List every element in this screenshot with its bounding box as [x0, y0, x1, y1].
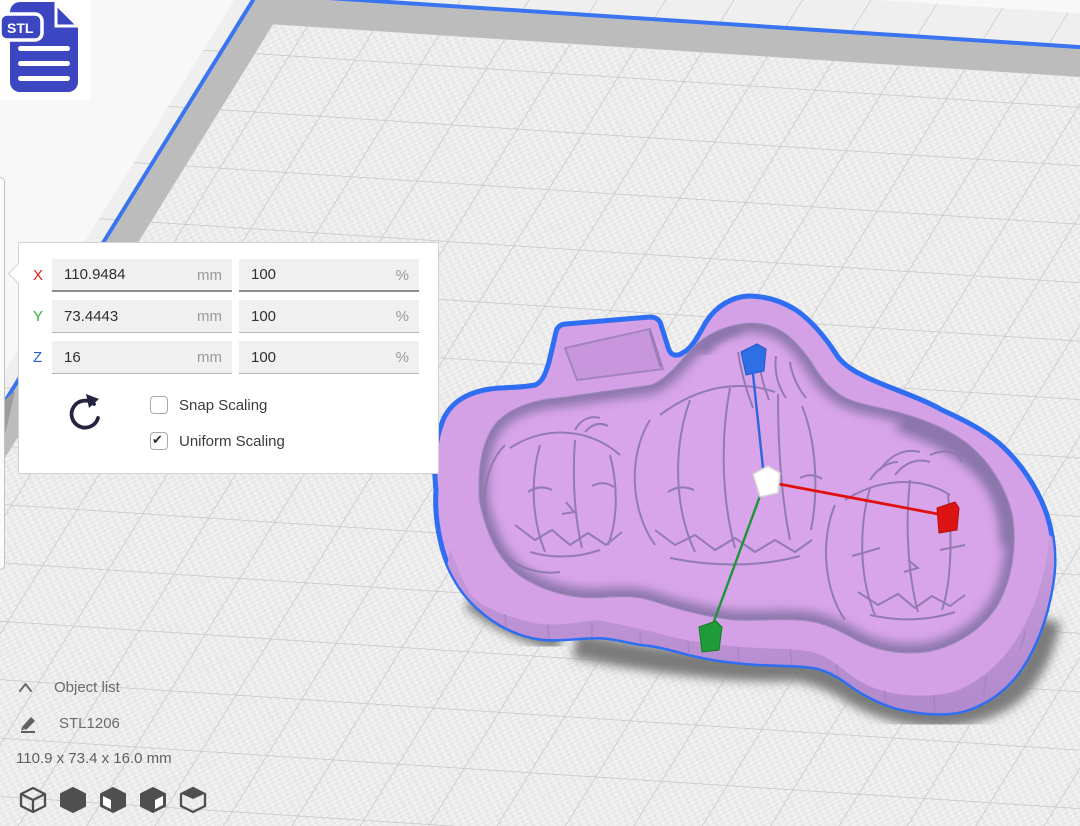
stl-badge-label: STL: [7, 20, 34, 36]
y-size-field: mm: [52, 300, 232, 333]
gizmo-x-handle[interactable]: [937, 502, 959, 533]
x-axis-label: X: [33, 267, 52, 284]
toolbar-edge: [0, 177, 5, 570]
y-percent-field: %: [239, 300, 419, 333]
x-size-field: mm: [52, 259, 232, 292]
x-percent-field: %: [239, 259, 419, 292]
view-top-button[interactable]: [98, 786, 128, 814]
view-front-button[interactable]: [58, 786, 88, 814]
uniform-scaling-option: ✔ Uniform Scaling: [150, 431, 285, 451]
uniform-scaling-checkbox[interactable]: [150, 432, 168, 450]
object-list-header[interactable]: Object list: [18, 679, 120, 696]
camera-view-toolbar: [18, 786, 208, 814]
scale-row-z: Z mm %: [33, 341, 426, 374]
y-size-input[interactable]: [52, 300, 232, 333]
x-percent-input[interactable]: [239, 259, 419, 292]
gizmo-y-handle[interactable]: [699, 621, 722, 652]
x-size-input[interactable]: [52, 259, 232, 292]
object-list-item[interactable]: STL1206: [19, 713, 120, 733]
snap-scaling-checkbox[interactable]: [150, 396, 168, 414]
object-item-name: STL1206: [59, 715, 120, 732]
z-percent-field: %: [239, 341, 419, 374]
scale-tool-panel: X mm % Y mm % Z mm: [18, 242, 439, 474]
cube-top-face-icon: [178, 786, 208, 814]
uniform-scaling-label: Uniform Scaling: [179, 433, 285, 450]
cube-front-face-icon: [98, 786, 128, 814]
reset-scale-button[interactable]: [63, 391, 107, 437]
view-3d-button[interactable]: [18, 786, 48, 814]
z-size-field: mm: [52, 341, 232, 374]
reset-arrow-icon: [63, 391, 107, 437]
y-percent-input[interactable]: [239, 300, 419, 333]
view-right-button[interactable]: [178, 786, 208, 814]
z-size-input[interactable]: [52, 341, 232, 374]
view-left-button[interactable]: [138, 786, 168, 814]
object-list-title: Object list: [54, 679, 120, 696]
z-axis-label: Z: [33, 349, 52, 366]
scale-row-y: Y mm %: [33, 300, 426, 333]
scale-row-x: X mm %: [33, 259, 426, 292]
snap-scaling-label: Snap Scaling: [179, 397, 267, 414]
y-axis-label: Y: [33, 308, 52, 325]
application-window: STL X mm % Y mm %: [0, 0, 1080, 826]
chevron-up-icon: [18, 682, 33, 693]
z-percent-input[interactable]: [239, 341, 419, 374]
snap-scaling-option: ✔ Snap Scaling: [150, 395, 267, 415]
cube-wireframe-icon: [18, 786, 48, 814]
stl-file-icon[interactable]: STL: [0, 0, 90, 100]
model-dimensions: 110.9 x 73.4 x 16.0 mm: [16, 750, 172, 767]
cube-solid-icon: [58, 786, 88, 814]
pencil-icon: [19, 713, 38, 733]
cube-right-face-icon: [138, 786, 168, 814]
